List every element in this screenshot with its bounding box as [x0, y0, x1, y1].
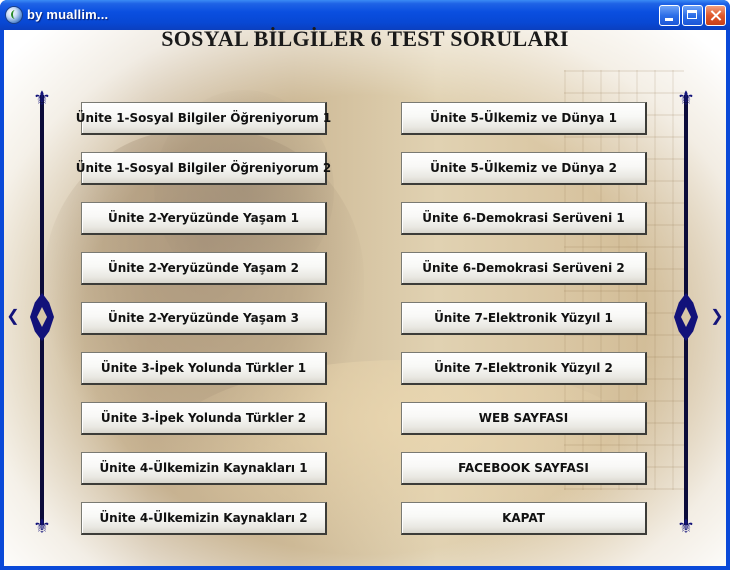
minimize-button[interactable]: [659, 5, 680, 26]
app-icon[interactable]: [6, 7, 22, 23]
close-button[interactable]: [705, 5, 726, 26]
unit-4-ulkemizin-kaynaklari-1-button[interactable]: Ünite 4-Ülkemizin Kaynakları 1: [81, 452, 327, 485]
unit-5-ulkemiz-ve-dunya-2-button[interactable]: Ünite 5-Ülkemiz ve Dünya 2: [401, 152, 647, 185]
close-app-button[interactable]: KAPAT: [401, 502, 647, 535]
unit-3-ipek-yolunda-turkler-1-button[interactable]: Ünite 3-İpek Yolunda Türkler 1: [81, 352, 327, 385]
right-ornament-icon: [668, 287, 704, 347]
left-top-finial-icon: ⚜: [33, 88, 51, 110]
maximize-button[interactable]: [682, 5, 703, 26]
left-arrow-ornament-icon: ❮: [6, 308, 20, 325]
left-bottom-finial-icon: ⚜: [33, 516, 51, 538]
right-bottom-finial-icon: ⚜: [677, 516, 695, 538]
app-window: by muallim... SOSYAL BİLGİLER 6 TEST SOR…: [0, 0, 730, 570]
unit-6-demokrasi-seruveni-2-button[interactable]: Ünite 6-Demokrasi Serüveni 2: [401, 252, 647, 285]
window-title: by muallim...: [27, 7, 109, 22]
unit-1-sosyal-bilgiler-1-button[interactable]: Ünite 1-Sosyal Bilgiler Öğreniyorum 1: [76, 102, 331, 135]
unit-2-yeryuzunde-yasam-1-button[interactable]: Ünite 2-Yeryüzünde Yaşam 1: [81, 202, 327, 235]
unit-4-ulkemizin-kaynaklari-2-button[interactable]: Ünite 4-Ülkemizin Kaynakları 2: [81, 502, 327, 535]
unit-2-yeryuzunde-yasam-2-button[interactable]: Ünite 2-Yeryüzünde Yaşam 2: [81, 252, 327, 285]
unit-1-sosyal-bilgiler-2-button[interactable]: Ünite 1-Sosyal Bilgiler Öğreniyorum 2: [76, 152, 331, 185]
unit-5-ulkemiz-ve-dunya-1-button[interactable]: Ünite 5-Ülkemiz ve Dünya 1: [401, 102, 647, 135]
right-top-finial-icon: ⚜: [677, 88, 695, 110]
unit-3-ipek-yolunda-turkler-2-button[interactable]: Ünite 3-İpek Yolunda Türkler 2: [81, 402, 327, 435]
unit-2-yeryuzunde-yasam-3-button[interactable]: Ünite 2-Yeryüzünde Yaşam 3: [81, 302, 327, 335]
page-heading: SOSYAL BİLGİLER 6 TEST SORULARI: [161, 26, 569, 51]
web-page-button[interactable]: WEB SAYFASI: [401, 402, 647, 435]
left-ornament-icon: [24, 287, 60, 347]
unit-7-elektronik-yuzyil-2-button[interactable]: Ünite 7-Elektronik Yüzyıl 2: [401, 352, 647, 385]
facebook-page-button[interactable]: FACEBOOK SAYFASI: [401, 452, 647, 485]
unit-6-demokrasi-seruveni-1-button[interactable]: Ünite 6-Demokrasi Serüveni 1: [401, 202, 647, 235]
unit-7-elektronik-yuzyil-1-button[interactable]: Ünite 7-Elektronik Yüzyıl 1: [401, 302, 647, 335]
right-arrow-ornament-icon: ❯: [710, 308, 724, 325]
